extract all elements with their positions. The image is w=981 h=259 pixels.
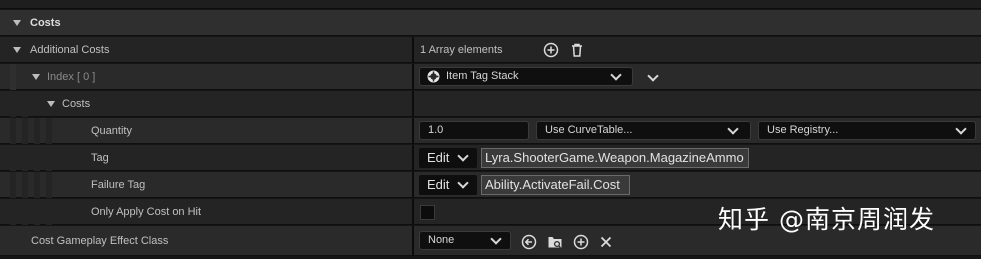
costs-struct-row: Costs: [0, 91, 981, 117]
top-strip: [0, 0, 981, 9]
trash-icon[interactable]: [569, 42, 585, 61]
indent-bar: [22, 199, 28, 225]
indent-bar: [10, 172, 16, 198]
chevron-down-icon: [610, 69, 622, 81]
index-row: Index [ 0 ] Item Tag Stack: [0, 64, 981, 90]
only-apply-label: Only Apply Cost on Hit: [91, 206, 202, 218]
quantity-row: Quantity 1.0 Use CurveTable... Use Regis…: [0, 118, 981, 144]
expand-triangle-icon[interactable]: [32, 74, 40, 80]
failure-tag-row: Failure Tag Edit Ability.ActivateFail.Co…: [0, 172, 981, 198]
curve-table-combo[interactable]: Use CurveTable...: [536, 121, 751, 140]
indent-bar: [22, 91, 28, 117]
failure-tag-edit-button[interactable]: Edit: [419, 175, 477, 195]
additional-costs-label: Additional Costs: [30, 44, 110, 56]
quantity-label: Quantity: [91, 125, 132, 137]
browse-folder-icon[interactable]: [547, 234, 563, 253]
array-count-label: 1 Array elements: [420, 44, 503, 56]
column-divider: [412, 145, 414, 171]
tag-value-box[interactable]: Lyra.ShooterGame.Weapon.MagazineAmmo: [481, 148, 749, 168]
effect-class-value: None: [428, 234, 455, 246]
indent-bar: [10, 64, 16, 90]
expand-triangle-icon[interactable]: [13, 47, 21, 53]
indent-bar: [22, 118, 28, 144]
column-divider: [412, 37, 414, 63]
effect-class-label: Cost Gameplay Effect Class: [31, 235, 169, 247]
edit-label: Edit: [427, 177, 450, 192]
indent-bar: [46, 199, 52, 225]
tag-edit-button[interactable]: Edit: [419, 148, 477, 168]
quantity-input[interactable]: 1.0: [419, 121, 529, 140]
chevron-down-icon: [457, 177, 469, 189]
indent-bar: [10, 145, 16, 171]
costs-category-row[interactable]: Costs: [0, 10, 981, 36]
indent-bar: [10, 199, 16, 225]
indent-bar: [22, 172, 28, 198]
curve-table-label: Use CurveTable...: [545, 124, 633, 136]
column-divider: [412, 199, 414, 225]
costs-category-label: Costs: [30, 17, 61, 29]
indent-bar: [46, 118, 52, 144]
indent-bar: [34, 145, 40, 171]
failure-tag-label: Failure Tag: [91, 179, 146, 191]
column-divider: [412, 91, 414, 117]
add-circle-icon[interactable]: [543, 42, 559, 61]
indent-bar: [34, 199, 40, 225]
close-icon[interactable]: [598, 234, 614, 253]
indent-bar: [34, 118, 40, 144]
indent-bar: [46, 172, 52, 198]
indent-bar: [10, 118, 16, 144]
registry-combo[interactable]: Use Registry...: [758, 121, 976, 140]
indent-bar: [22, 145, 28, 171]
back-arrow-icon[interactable]: [521, 234, 537, 253]
tag-label: Tag: [91, 152, 109, 164]
index-label: Index [ 0 ]: [47, 71, 96, 83]
chevron-down-icon: [490, 233, 502, 245]
column-divider: [412, 64, 414, 90]
additional-costs-row: Additional Costs 1 Array elements: [0, 37, 981, 63]
column-divider: [412, 226, 414, 256]
watermark-text: 知乎 @南京周润发: [718, 205, 935, 234]
chevron-down-icon: [727, 123, 739, 135]
failure-tag-value-box[interactable]: Ability.ActivateFail.Cost: [481, 175, 630, 195]
registry-label: Use Registry...: [767, 124, 839, 136]
indent-bar: [34, 172, 40, 198]
only-apply-checkbox[interactable]: [420, 205, 435, 220]
column-divider: [412, 118, 414, 144]
chevron-down-icon: [457, 150, 469, 162]
tag-row: Tag Edit Lyra.ShooterGame.Weapon.Magazin…: [0, 145, 981, 171]
costs-struct-label: Costs: [62, 98, 91, 110]
indent-bar: [46, 145, 52, 171]
edit-label: Edit: [427, 150, 450, 165]
column-divider: [412, 172, 414, 198]
collapse-triangle-icon[interactable]: [13, 20, 21, 26]
indent-bar: [10, 91, 16, 117]
expand-triangle-icon[interactable]: [47, 101, 55, 107]
chevron-down-icon: [955, 123, 967, 135]
add-circle-icon[interactable]: [573, 234, 589, 253]
struct-type-label: Item Tag Stack: [446, 70, 519, 82]
effect-class-combo[interactable]: None: [419, 231, 511, 250]
chevron-down-icon[interactable]: [647, 70, 659, 82]
struct-type-combo[interactable]: Item Tag Stack: [419, 67, 633, 86]
struct-type-icon: [427, 70, 440, 89]
